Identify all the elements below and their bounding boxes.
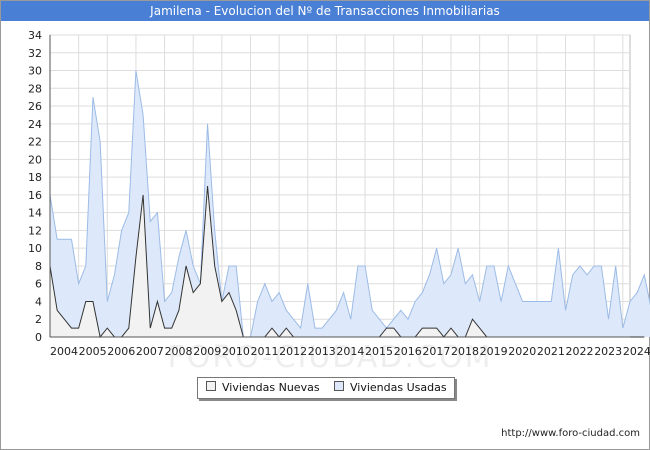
x-tick-label: 2024 [623,345,650,358]
y-tick-label: 16 [28,189,42,202]
x-tick-label: 2015 [365,345,393,358]
x-tick-label: 2018 [451,345,479,358]
x-tick-label: 2005 [79,345,107,358]
x-tick-label: 2013 [308,345,336,358]
y-tick-label: 30 [28,65,42,78]
y-tick-label: 32 [28,47,42,60]
y-tick-label: 24 [28,118,42,131]
y-tick-label: 34 [28,29,42,42]
y-tick-label: 6 [35,278,42,291]
y-tick-label: 4 [35,295,42,308]
x-tick-label: 2016 [394,345,422,358]
x-tick-label: 2022 [566,345,594,358]
x-tick-label: 2007 [136,345,164,358]
legend-swatch-nuevas [206,381,216,391]
x-tick-label: 2017 [422,345,450,358]
x-tick-label: 2009 [193,345,221,358]
y-tick-label: 20 [28,153,42,166]
source-url: http://www.foro-ciudad.com [501,428,640,439]
x-tick-label: 2004 [50,345,78,358]
x-tick-label: 2020 [508,345,536,358]
y-tick-label: 22 [28,136,42,149]
y-tick-label: 12 [28,224,42,237]
y-tick-label: 14 [28,207,42,220]
x-tick-label: 2010 [222,345,250,358]
x-tick-label: 2019 [480,345,508,358]
x-tick-label: 2023 [594,345,622,358]
y-tick-label: 26 [28,100,42,113]
legend-swatch-usadas [334,381,344,391]
y-tick-label: 28 [28,82,42,95]
x-tick-labels: 2004 2005 2006 2007 2008 2009 2010 2011 2012 2013… [50,345,650,358]
x-tick-label: 2014 [336,345,364,358]
y-tick-label: 10 [28,242,42,255]
x-tick-label: 2021 [537,345,565,358]
y-tick-label: 2 [35,313,42,326]
x-tick-label: 2008 [165,345,193,358]
y-tick-label: 18 [28,171,42,184]
legend-label-nuevas: Viviendas Nuevas [222,381,320,394]
legend-label-usadas: Viviendas Usadas [350,381,447,394]
y-tick-label: 0 [35,331,42,344]
y-tick-labels: 0246810121416182022242628303234 [28,29,42,344]
x-tick-label: 2006 [107,345,135,358]
y-tick-label: 8 [35,260,42,273]
x-tick-label: 2011 [250,345,278,358]
legend: Viviendas Nuevas Viviendas Usadas [197,377,455,399]
x-tick-label: 2012 [279,345,307,358]
